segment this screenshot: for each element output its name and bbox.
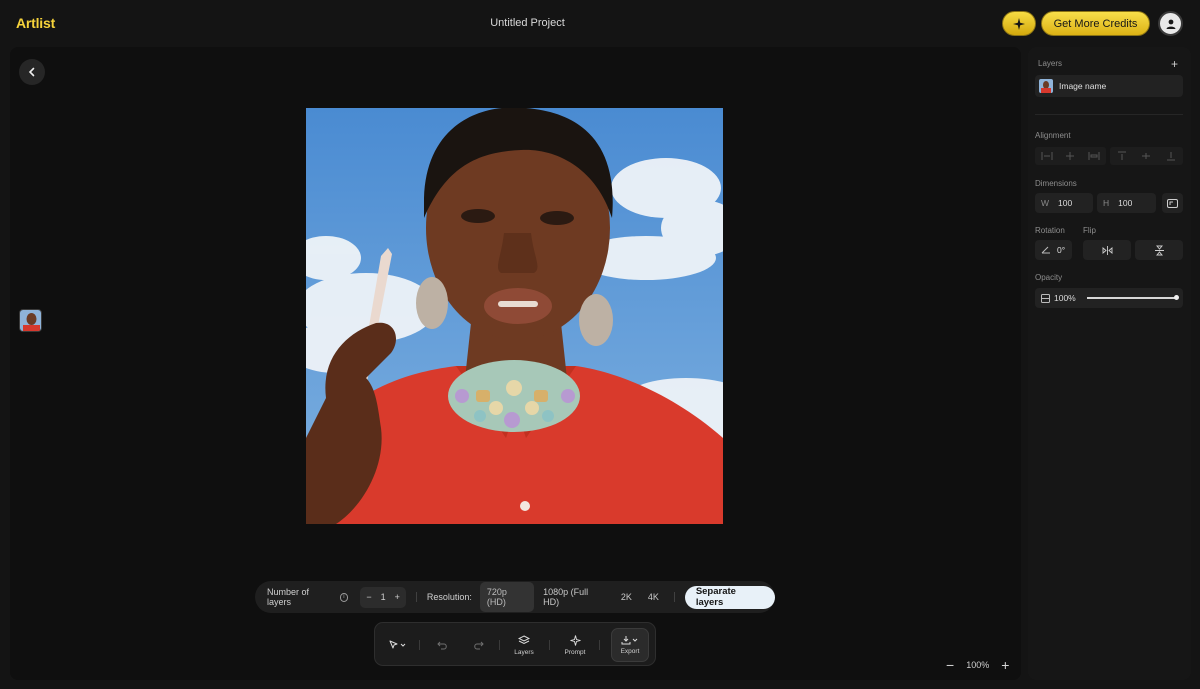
toolbar-divider (599, 640, 600, 650)
select-tool-button[interactable] (385, 623, 409, 667)
layers-title: Layers (1038, 59, 1063, 68)
zoom-controls: − 100% + (946, 658, 1009, 672)
align-top-icon[interactable] (1117, 151, 1127, 161)
layer-thumbnail (1039, 79, 1053, 93)
vertical-align-group (1110, 147, 1183, 165)
increment-button[interactable]: + (395, 592, 400, 602)
rotation-title: Rotation (1035, 226, 1065, 235)
flip-vertical-button[interactable] (1135, 240, 1183, 260)
image-thumbnail[interactable] (19, 309, 42, 332)
thumbnail-image (20, 310, 41, 331)
pointer-icon (389, 640, 406, 649)
divider (673, 592, 675, 602)
redo-button[interactable] (467, 623, 489, 667)
user-avatar-button[interactable] (1158, 11, 1183, 36)
align-bottom-icon[interactable] (1166, 151, 1176, 161)
portrait-image (306, 108, 723, 524)
align-center-v-icon[interactable] (1141, 151, 1151, 161)
resolution-option-1080p[interactable]: 1080p (Full HD) (536, 582, 612, 612)
zoom-in-button[interactable]: + (1001, 658, 1009, 672)
panel-divider (1035, 114, 1183, 115)
height-prefix: H (1103, 198, 1110, 208)
aspect-lock-button[interactable] (1162, 193, 1183, 213)
layers-tool-button[interactable]: Layers (509, 623, 539, 667)
dimensions-title: Dimensions (1035, 179, 1077, 188)
prompt-sparkle-icon (569, 634, 581, 646)
decrement-button[interactable]: − (366, 592, 371, 602)
number-of-layers-label: Number of layers (267, 587, 310, 607)
prompt-tool-button[interactable]: Prompt (559, 623, 591, 667)
layers-stepper[interactable]: − 1 + (360, 586, 406, 608)
flip-vertical-icon (1154, 245, 1164, 255)
resolution-option-2k[interactable]: 2K (614, 587, 639, 607)
resolution-option-720p[interactable]: 720p (HD) (479, 582, 535, 612)
flip-horizontal-button[interactable] (1083, 240, 1131, 260)
resolution-label: Resolution: (426, 592, 472, 602)
align-right-icon[interactable] (1088, 152, 1100, 160)
horizontal-align-group (1035, 147, 1106, 165)
layers-count: 1 (380, 592, 386, 602)
top-bar: Artlist Untitled Project Get More Credit… (0, 0, 1200, 46)
bottom-toolbar: Layers Prompt Export (374, 622, 656, 666)
undo-icon (436, 641, 447, 649)
canvas-image[interactable] (306, 108, 723, 524)
separate-layers-button[interactable]: Separate layers (684, 585, 775, 609)
add-layer-button[interactable]: + (1171, 57, 1178, 71)
opacity-value: 100% (1054, 293, 1076, 303)
ai-sparkle-button[interactable] (1002, 11, 1036, 36)
get-more-credits-button[interactable]: Get More Credits (1041, 11, 1150, 36)
back-button[interactable] (19, 59, 45, 85)
rotation-value: 0° (1057, 245, 1066, 255)
width-prefix: W (1041, 198, 1050, 208)
zoom-level: 100% (966, 660, 990, 670)
layer-name: Image name (1059, 81, 1107, 91)
align-center-h-icon[interactable] (1064, 152, 1076, 160)
chevron-left-icon (28, 67, 35, 77)
sparkle-icon (1013, 17, 1025, 30)
export-label: Export (620, 648, 640, 655)
undo-button[interactable] (431, 623, 453, 667)
opacity-icon (1041, 293, 1050, 303)
opacity-slider-thumb[interactable] (1174, 295, 1179, 300)
toolbar-divider (419, 640, 420, 650)
aspect-lock-icon (1167, 198, 1178, 208)
opacity-title: Opacity (1035, 273, 1063, 282)
layer-options-bar: Number of layers i − 1 + Resolution: 720… (255, 581, 775, 613)
download-icon (621, 636, 638, 645)
flip-title: Flip (1083, 226, 1096, 235)
width-value: 100 (1058, 198, 1073, 208)
height-field[interactable]: H 100 (1097, 193, 1156, 213)
opacity-slider-track[interactable] (1087, 297, 1176, 299)
width-field[interactable]: W 100 (1035, 193, 1093, 213)
flip-horizontal-icon (1102, 245, 1112, 255)
toolbar-divider (499, 640, 500, 650)
toolbar-divider (549, 640, 550, 650)
layers-icon (518, 634, 530, 644)
height-value: 100 (1118, 198, 1133, 208)
layer-item[interactable]: Image name (1035, 75, 1183, 97)
project-title[interactable]: Untitled Project (0, 17, 1055, 29)
alignment-title: Alignment (1035, 131, 1071, 140)
info-icon[interactable]: i (339, 592, 349, 602)
divider (415, 592, 417, 602)
align-left-icon[interactable] (1041, 152, 1053, 160)
layers-tool-label: Layers (514, 648, 534, 656)
resolution-option-4k[interactable]: 4K (641, 587, 666, 607)
zoom-out-button[interactable]: − (946, 658, 954, 672)
export-button[interactable]: Export (611, 628, 649, 662)
redo-icon (473, 641, 484, 649)
angle-icon (1041, 246, 1050, 254)
properties-panel (1028, 47, 1191, 680)
rotation-field[interactable]: 0° (1035, 240, 1072, 260)
user-icon (1166, 19, 1175, 29)
prompt-tool-label: Prompt (564, 648, 586, 656)
